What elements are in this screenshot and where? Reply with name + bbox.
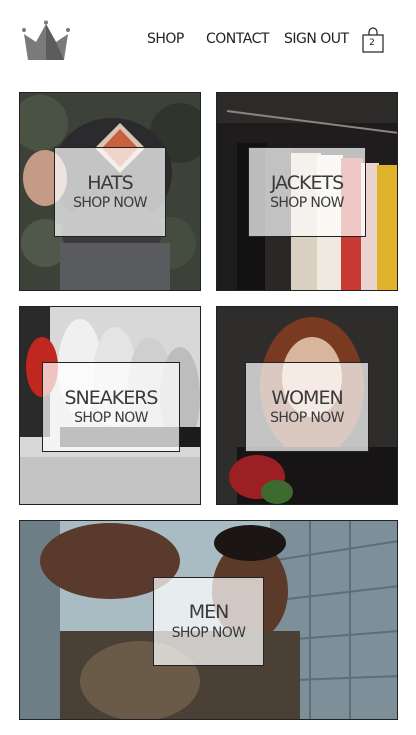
category-tile-sneakers[interactable]: SNEAKERS SHOP NOW (19, 306, 201, 505)
header: SHOP CONTACT SIGN OUT 2 (0, 0, 416, 80)
jackets-label-box: JACKETS SHOP NOW (248, 147, 366, 237)
hats-title: HATS (87, 171, 133, 194)
cart-count-badge: 2 (369, 38, 375, 48)
nav-shop-link[interactable]: SHOP (147, 31, 184, 47)
jackets-title: JACKETS (270, 171, 344, 194)
sneakers-label-box: SNEAKERS SHOP NOW (42, 362, 180, 452)
cart-button[interactable]: 2 (362, 27, 384, 53)
category-tile-hats[interactable]: HATS SHOP NOW (19, 92, 201, 291)
jackets-shop-now-link[interactable]: SHOP NOW (270, 194, 344, 212)
nav-sign-out-link[interactable]: SIGN OUT (284, 31, 349, 47)
page: SHOP CONTACT SIGN OUT 2 HATS SHOP NOW JA… (0, 0, 416, 735)
crown-icon[interactable] (20, 20, 72, 62)
hats-shop-now-link[interactable]: SHOP NOW (73, 194, 147, 212)
sneakers-title: SNEAKERS (64, 386, 158, 409)
men-label-box: MEN SHOP NOW (153, 577, 264, 666)
women-label-box: WOMEN SHOP NOW (245, 362, 369, 452)
category-tile-men[interactable]: MEN SHOP NOW (19, 520, 398, 720)
category-tile-women[interactable]: WOMEN SHOP NOW (216, 306, 398, 505)
women-shop-now-link[interactable]: SHOP NOW (270, 409, 344, 427)
women-title: WOMEN (271, 386, 343, 409)
sneakers-shop-now-link[interactable]: SHOP NOW (74, 409, 148, 427)
nav-contact-link[interactable]: CONTACT (206, 31, 269, 47)
hats-label-box: HATS SHOP NOW (54, 147, 166, 237)
men-title: MEN (188, 601, 230, 623)
men-shop-now-link[interactable]: SHOP NOW (172, 624, 246, 642)
category-tile-jackets[interactable]: JACKETS SHOP NOW (216, 92, 398, 291)
